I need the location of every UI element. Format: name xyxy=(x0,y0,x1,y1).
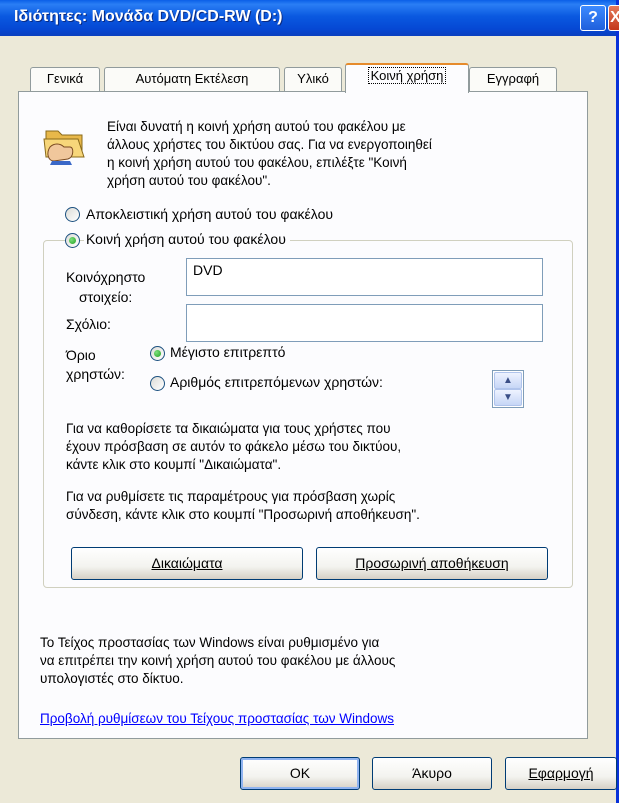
share-name-label: Κοινόχρηστο στοιχείο: xyxy=(66,269,146,305)
apply-button[interactable]: Εφαρμογή xyxy=(505,757,617,790)
tab-general[interactable]: Γενικά xyxy=(30,67,100,91)
help-icon[interactable]: ? xyxy=(580,5,606,31)
share-name-field[interactable]: DVD xyxy=(186,258,543,296)
comment-field[interactable] xyxy=(186,304,543,342)
comment-label: Σχόλιο: xyxy=(66,316,111,332)
radio-allowed-users-label[interactable]: Αριθμός επιτρεπόμενων χρηστών: xyxy=(170,374,383,390)
tab-sharing[interactable]: Κοινή χρήση xyxy=(345,63,469,93)
shared-folder-icon xyxy=(40,117,90,167)
close-icon[interactable]: X xyxy=(608,5,619,31)
radio-max-allowed[interactable] xyxy=(150,346,165,361)
spinner-up-icon[interactable]: ▲ xyxy=(494,372,522,389)
radio-max-allowed-label[interactable]: Μέγιστο επιτρεπτό xyxy=(170,344,285,360)
sharing-intro-text: Είναι δυνατή η κοινή χρήση αυτού του φακ… xyxy=(107,119,432,188)
tab-recording[interactable]: Εγγραφή xyxy=(469,67,557,91)
spinner-down-icon[interactable]: ▼ xyxy=(494,389,522,406)
window-title: Ιδιότητες: Μονάδα DVD/CD-RW (D:) xyxy=(14,8,283,25)
tab-hardware[interactable]: Υλικό xyxy=(284,67,342,91)
ok-button[interactable]: OK xyxy=(240,757,360,790)
permissions-button[interactable]: Δικαιώματα xyxy=(71,547,303,580)
title-bar[interactable]: Ιδιότητες: Μονάδα DVD/CD-RW (D:) ? X xyxy=(0,0,619,36)
radio-exclusive-use[interactable] xyxy=(65,207,80,222)
radio-share-folder-label[interactable]: Κοινή χρήση αυτού του φακέλου xyxy=(84,231,290,247)
radio-share-folder[interactable] xyxy=(65,233,80,248)
cancel-button[interactable]: Άκυρο xyxy=(372,757,492,790)
radio-allowed-users[interactable] xyxy=(150,376,165,391)
permissions-help-text: Για να καθορίσετε τα δικαιώματα για τους… xyxy=(66,421,402,472)
allowed-users-spinner[interactable]: ▲ ▼ xyxy=(492,370,524,408)
radio-exclusive-use-label[interactable]: Αποκλειστική χρήση αυτού του φακέλου xyxy=(86,206,333,222)
firewall-settings-link[interactable]: Προβολή ρυθμίσεων του Τείχους προστασίας… xyxy=(40,710,394,728)
user-limit-label: Όριο χρηστών: xyxy=(66,347,125,382)
tab-autoplay[interactable]: Αυτόματη Εκτέλεση xyxy=(104,67,280,91)
caching-button[interactable]: Προσωρινή αποθήκευση xyxy=(316,547,548,580)
offline-help-text: Για να ρυθμίσετε τις παραμέτρους για πρό… xyxy=(66,489,420,522)
firewall-info-text: Το Τείχος προστασίας των Windows είναι ρ… xyxy=(40,635,396,686)
properties-dialog: Ιδιότητες: Μονάδα DVD/CD-RW (D:) ? X Γεν… xyxy=(0,0,619,803)
